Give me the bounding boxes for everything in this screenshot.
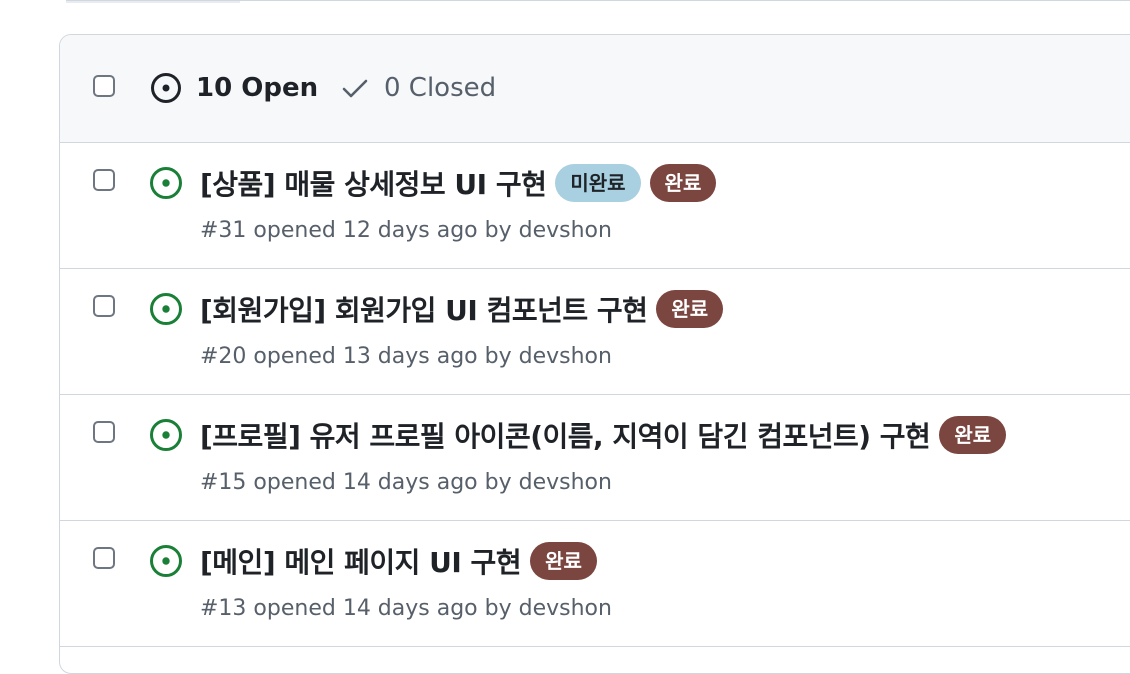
- issues-list-box: 10 Open 0 Closed [상품] 매물 상세정보 UI 구현 미완료 …: [59, 34, 1130, 674]
- issue-meta: #31 opened 12 days ago by devshon: [200, 218, 612, 243]
- label-complete-badge[interactable]: 완료: [939, 416, 1007, 454]
- issue-meta: #13 opened 14 days ago by devshon: [200, 596, 612, 621]
- issue-row[interactable]: [프로필] 유저 프로필 아이콘(이름, 지역이 담긴 컴포넌트) 구현 완료 …: [60, 395, 1130, 521]
- issue-meta: #20 opened 13 days ago by devshon: [200, 344, 612, 369]
- open-issues-label: 10 Open: [196, 73, 319, 103]
- label-complete-badge[interactable]: 완료: [656, 290, 724, 328]
- issue-row[interactable]: [메인] 메인 페이지 UI 구현 완료 #13 opened 14 days …: [60, 521, 1130, 647]
- issue-title-link[interactable]: [회원가입] 회원가입 UI 컴포넌트 구현: [200, 289, 648, 329]
- label-incomplete-badge[interactable]: 미완료: [555, 164, 641, 202]
- top-divider: [66, 0, 1130, 1]
- select-all-checkbox[interactable]: [93, 75, 115, 97]
- check-icon: [340, 73, 370, 103]
- issue-checkbox[interactable]: [93, 295, 115, 317]
- issue-checkbox[interactable]: [93, 547, 115, 569]
- issue-title-line: [메인] 메인 페이지 UI 구현 완료: [200, 541, 597, 581]
- issue-opened-icon: [149, 292, 183, 326]
- issue-title-line: [프로필] 유저 프로필 아이콘(이름, 지역이 담긴 컴포넌트) 구현 완료: [200, 415, 1007, 455]
- issue-list: [상품] 매물 상세정보 UI 구현 미완료 완료 #31 opened 12 d…: [60, 143, 1130, 647]
- label-complete-badge[interactable]: 완료: [649, 164, 717, 202]
- issue-opened-icon: [149, 166, 183, 200]
- issue-title-line: [회원가입] 회원가입 UI 컴포넌트 구현 완료: [200, 289, 724, 329]
- open-issues-tab[interactable]: 10 Open: [150, 71, 318, 105]
- label-complete-badge[interactable]: 완료: [530, 542, 597, 580]
- closed-issues-label: 0 Closed: [384, 73, 497, 103]
- issue-opened-icon: [149, 544, 183, 578]
- issue-title-link[interactable]: [상품] 매물 상세정보 UI 구현: [200, 163, 547, 203]
- issue-checkbox[interactable]: [93, 169, 115, 191]
- issue-row[interactable]: [회원가입] 회원가입 UI 컴포넌트 구현 완료 #20 opened 13 …: [60, 269, 1130, 395]
- closed-issues-tab[interactable]: 0 Closed: [340, 71, 496, 105]
- issue-checkbox[interactable]: [93, 421, 115, 443]
- issue-title-link[interactable]: [프로필] 유저 프로필 아이콘(이름, 지역이 담긴 컴포넌트) 구현: [200, 415, 931, 455]
- issue-row[interactable]: [상품] 매물 상세정보 UI 구현 미완료 완료 #31 opened 12 d…: [60, 143, 1130, 269]
- issue-opened-icon: [149, 418, 183, 452]
- issue-title-link[interactable]: [메인] 메인 페이지 UI 구현: [200, 541, 522, 581]
- issue-opened-icon: [150, 72, 182, 104]
- issue-meta: #15 opened 14 days ago by devshon: [200, 470, 612, 495]
- issue-title-line: [상품] 매물 상세정보 UI 구현 미완료 완료: [200, 163, 717, 203]
- issues-list-header: 10 Open 0 Closed: [60, 35, 1130, 143]
